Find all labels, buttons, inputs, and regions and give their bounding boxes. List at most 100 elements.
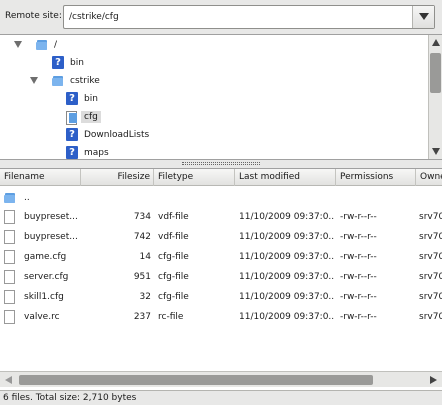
folder-icon [36, 38, 48, 51]
chevron-down-icon [419, 13, 429, 20]
unknown-folder-icon: ? [66, 146, 78, 159]
folder-icon [4, 191, 16, 204]
table-row[interactable]: valve.rc 237 rc-file 11/10/2009 09:37:0.… [0, 307, 442, 327]
file-icon [4, 290, 15, 304]
permissions-cell: -rw-r--r-- [340, 232, 377, 242]
column-header-filetype[interactable]: Filetype [154, 169, 235, 186]
tree-node-label: bin [70, 58, 84, 68]
expand-arrow-icon[interactable] [14, 41, 22, 48]
modified-cell: 11/10/2009 09:37:0... [239, 292, 335, 302]
filename-cell: buypreset... [24, 232, 78, 242]
column-header-filesize[interactable]: Filesize [81, 169, 154, 186]
permissions-cell: -rw-r--r-- [340, 212, 377, 222]
open-folder-icon [66, 110, 78, 125]
column-header-last-modified[interactable]: Last modified [235, 169, 336, 186]
expand-arrow-icon[interactable] [30, 77, 38, 84]
filename-cell: game.cfg [24, 252, 67, 262]
filetype-cell: vdf-file [158, 232, 189, 242]
remote-site-path[interactable]: /cstrike/cfg [69, 12, 119, 22]
list-item-parent-dir[interactable]: .. [0, 188, 442, 208]
file-list-horizontal-scrollbar[interactable] [0, 371, 442, 387]
pane-splitter[interactable] [0, 160, 442, 168]
scrollbar-thumb[interactable] [19, 375, 373, 385]
filetype-cell: rc-file [158, 312, 184, 322]
modified-cell: 11/10/2009 09:37:0... [239, 312, 335, 322]
file-icon [4, 210, 15, 224]
status-bar: 6 files. Total size: 2,710 bytes [0, 390, 442, 405]
modified-cell: 11/10/2009 09:37:0... [239, 212, 335, 222]
table-row[interactable]: buypreset... 734 vdf-file 11/10/2009 09:… [0, 207, 442, 227]
owner-cell: srv700 [419, 212, 442, 222]
filesize-cell: 14 [139, 252, 151, 262]
owner-cell: srv700 [419, 252, 442, 262]
tree-node-maps[interactable]: ? maps [0, 145, 420, 159]
tree-node-downloadlists[interactable]: ? DownloadLists [0, 127, 420, 145]
owner-cell: srv700 [419, 312, 442, 322]
file-icon [4, 310, 15, 324]
filename-cell: buypreset... [24, 212, 78, 222]
file-icon [4, 250, 15, 264]
owner-cell: srv700 [419, 292, 442, 302]
tree-node-cstrike-bin[interactable]: ? bin [0, 91, 420, 109]
column-header-owner[interactable]: Owne [416, 169, 442, 186]
scroll-down-icon[interactable] [432, 148, 440, 155]
table-row[interactable]: game.cfg 14 cfg-file 11/10/2009 09:37:0.… [0, 247, 442, 267]
table-row[interactable]: buypreset... 742 vdf-file 11/10/2009 09:… [0, 227, 442, 247]
filename-cell: .. [24, 193, 30, 203]
table-row[interactable]: server.cfg 951 cfg-file 11/10/2009 09:37… [0, 267, 442, 287]
remote-site-bar: Remote site: /cstrike/cfg [0, 0, 442, 34]
unknown-folder-icon: ? [66, 92, 78, 105]
scroll-up-icon[interactable] [432, 39, 440, 46]
table-row[interactable]: skill1.cfg 32 cfg-file 11/10/2009 09:37:… [0, 287, 442, 307]
filetype-cell: cfg-file [158, 272, 189, 282]
scrollbar-thumb[interactable] [430, 53, 441, 93]
remote-file-list[interactable]: Filename Filesize Filetype Last modified… [0, 168, 442, 390]
tree-node-label-selected: cfg [81, 111, 101, 123]
filesize-cell: 951 [133, 272, 151, 282]
folder-icon [52, 74, 64, 87]
filesize-cell: 742 [133, 232, 151, 242]
unknown-folder-icon: ? [66, 128, 78, 141]
unknown-folder-icon: ? [52, 56, 64, 69]
tree-node-cfg[interactable]: cfg [0, 109, 420, 127]
tree-node-label: maps [84, 148, 109, 158]
tree-node-label: DownloadLists [84, 130, 150, 140]
permissions-cell: -rw-r--r-- [340, 292, 377, 302]
permissions-cell: -rw-r--r-- [340, 252, 377, 262]
file-list-header: Filename Filesize Filetype Last modified… [0, 169, 442, 186]
remote-site-dropdown-button[interactable] [412, 6, 434, 28]
filename-cell: skill1.cfg [24, 292, 64, 302]
filename-cell: valve.rc [24, 312, 60, 322]
tree-node-label: / [54, 40, 58, 50]
remote-site-combobox[interactable]: /cstrike/cfg [63, 5, 435, 29]
remote-site-label: Remote site: [5, 11, 62, 21]
filetype-cell: cfg-file [158, 252, 189, 262]
filetype-cell: vdf-file [158, 212, 189, 222]
file-icon [4, 270, 15, 284]
tree-vertical-scrollbar[interactable] [428, 35, 442, 159]
filetype-cell: cfg-file [158, 292, 189, 302]
scroll-left-icon[interactable] [5, 376, 12, 384]
tree-node-label: cstrike [70, 76, 100, 86]
filesize-cell: 32 [139, 292, 151, 302]
status-text: 6 files. Total size: 2,710 bytes [3, 393, 137, 403]
file-icon [4, 230, 15, 244]
filename-cell: server.cfg [24, 272, 69, 282]
modified-cell: 11/10/2009 09:37:0... [239, 232, 335, 242]
modified-cell: 11/10/2009 09:37:0... [239, 252, 335, 262]
column-header-permissions[interactable]: Permissions [336, 169, 416, 186]
splitter-grip-icon[interactable] [182, 162, 260, 165]
owner-cell: srv700 [419, 272, 442, 282]
filesize-cell: 734 [133, 212, 151, 222]
scroll-right-icon[interactable] [430, 376, 437, 384]
owner-cell: srv700 [419, 232, 442, 242]
tree-node-root[interactable]: / [0, 37, 420, 55]
column-header-filename[interactable]: Filename [0, 169, 81, 186]
permissions-cell: -rw-r--r-- [340, 272, 377, 282]
filesize-cell: 237 [133, 312, 151, 322]
modified-cell: 11/10/2009 09:37:0... [239, 272, 335, 282]
tree-node-label: bin [84, 94, 98, 104]
tree-node-cstrike[interactable]: cstrike [0, 73, 420, 91]
remote-directory-tree[interactable]: / ? bin cstrike ? bin cfg ? DownloadList… [0, 34, 442, 160]
tree-node-bin[interactable]: ? bin [0, 55, 420, 73]
